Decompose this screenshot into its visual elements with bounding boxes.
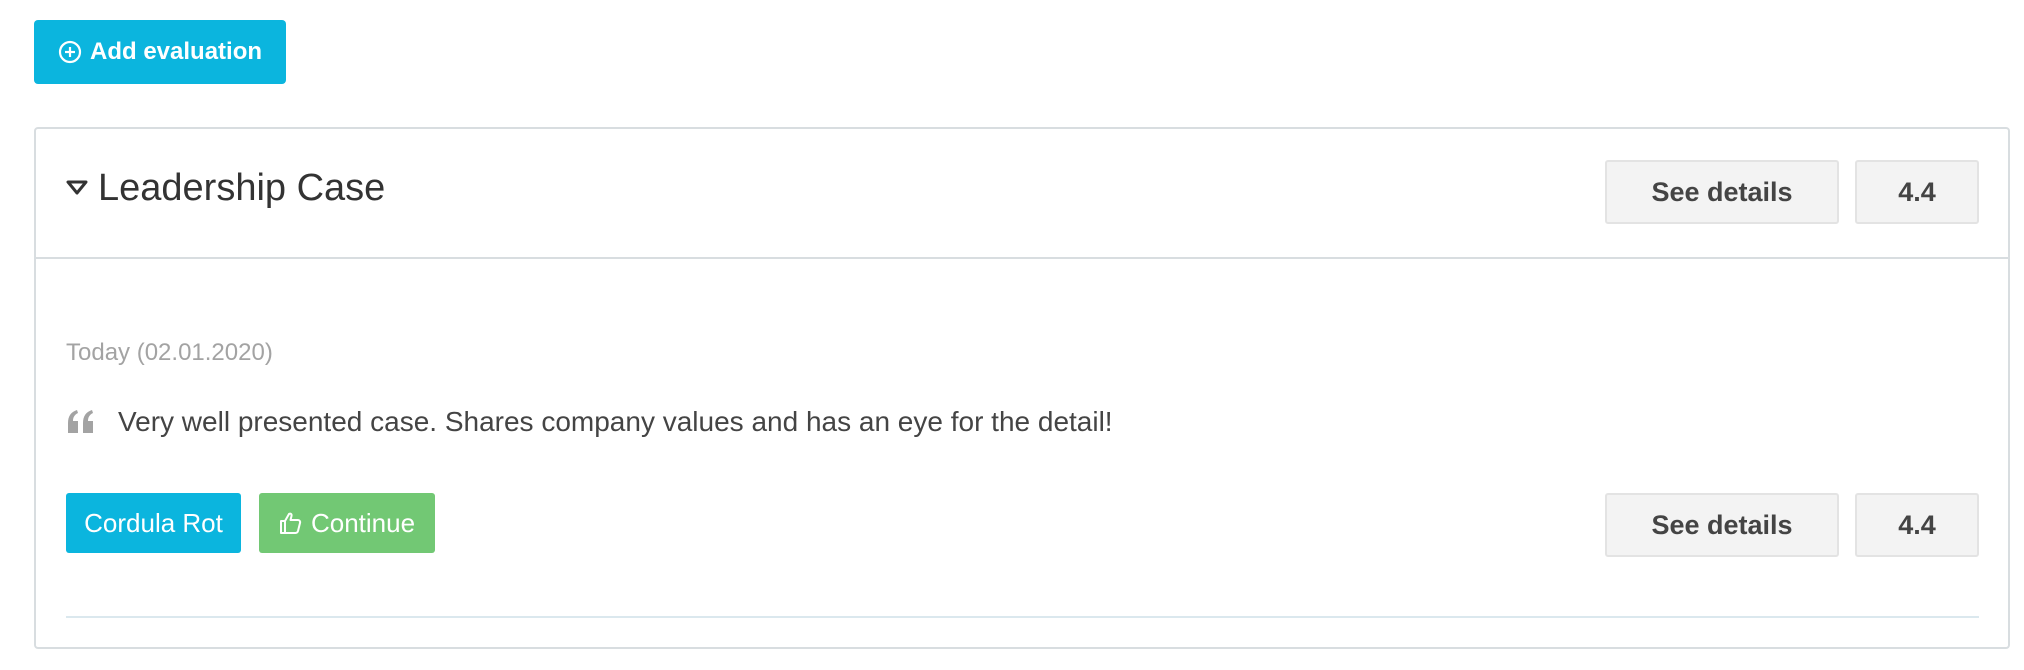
page: Add evaluation Leadership Case See detai… xyxy=(0,0,2024,670)
decision-tag[interactable]: Continue xyxy=(259,493,435,553)
evaluation-divider xyxy=(66,616,1979,618)
evaluation-score-badge[interactable]: 4.4 xyxy=(1855,493,1979,557)
see-details-button[interactable]: See details xyxy=(1605,160,1839,224)
add-evaluation-button[interactable]: Add evaluation xyxy=(34,20,287,84)
evaluation-card: Leadership Case See details 4.4 Today (0… xyxy=(34,127,2010,649)
plus-circle-icon xyxy=(58,40,82,64)
add-evaluation-label: Add evaluation xyxy=(90,38,263,65)
caret-down-icon xyxy=(66,180,88,196)
score-badge[interactable]: 4.4 xyxy=(1855,160,1979,224)
collapse-toggle[interactable]: Leadership Case xyxy=(66,169,385,207)
evaluation-comment: Very well presented case. Shares company… xyxy=(118,406,1113,437)
card-header: Leadership Case See details 4.4 xyxy=(36,129,2008,259)
evaluation-comment-row: Very well presented case. Shares company… xyxy=(66,406,1113,438)
thumbs-up-icon xyxy=(279,511,303,535)
decision-label: Continue xyxy=(310,507,416,538)
quote-left-icon xyxy=(66,409,96,435)
card-title: Leadership Case xyxy=(98,167,386,209)
evaluation-see-details-button[interactable]: See details xyxy=(1605,493,1839,557)
evaluator-tag[interactable]: Cordula Rot xyxy=(66,493,241,553)
evaluation-date: Today (02.01.2020) xyxy=(66,339,273,366)
